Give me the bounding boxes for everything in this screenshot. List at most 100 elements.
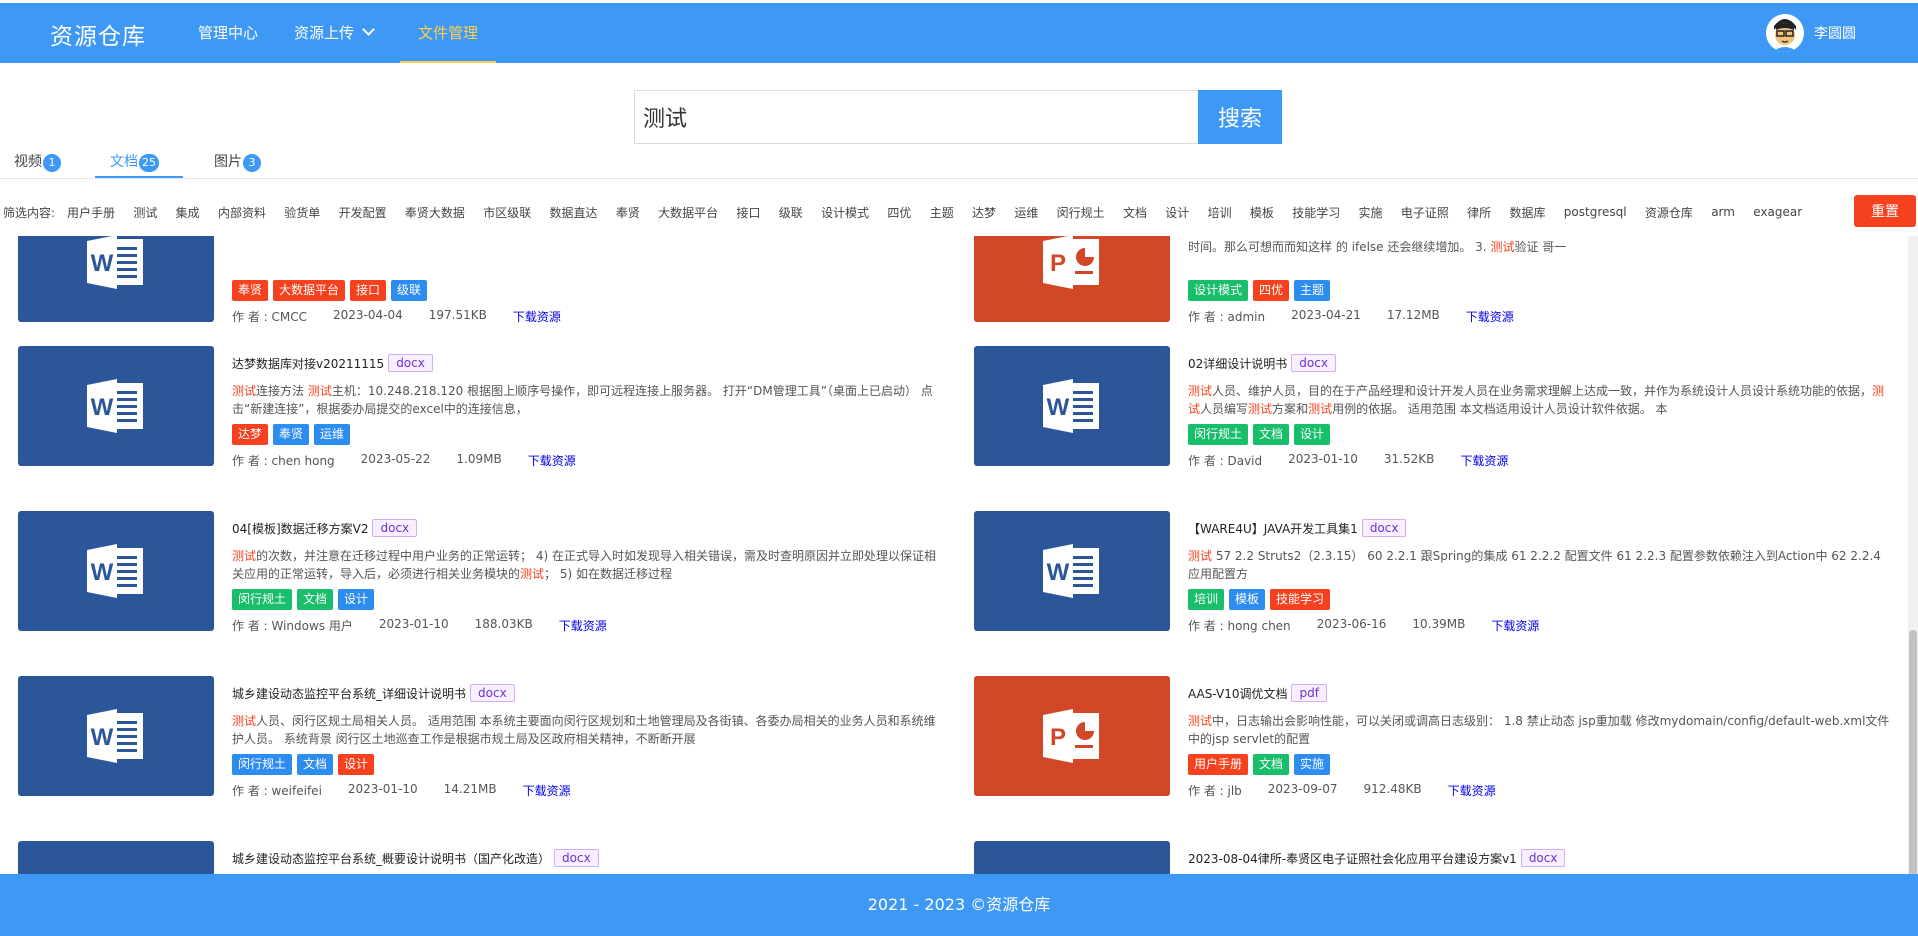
filter-tag[interactable]: 培训 xyxy=(1208,204,1232,221)
user-menu[interactable]: 李圆圆 xyxy=(1766,14,1856,52)
filter-tag[interactable]: 用户手册 xyxy=(67,204,115,221)
resource-tag[interactable]: 接口 xyxy=(350,280,387,301)
file-thumbnail[interactable]: W xyxy=(18,236,214,322)
resource-tag[interactable]: 闵行规土 xyxy=(232,589,293,610)
filter-tag[interactable]: 奉贤 xyxy=(616,204,640,221)
download-link[interactable]: 下载资源 xyxy=(1491,617,1539,634)
nav-resource-upload[interactable]: 资源上传 xyxy=(294,3,375,63)
resource-tag[interactable]: 设计模式 xyxy=(1188,280,1249,301)
resource-tag[interactable]: 闵行规土 xyxy=(232,754,293,775)
resource-tag[interactable]: 奉贤 xyxy=(232,280,269,301)
resource-card[interactable]: W 【WARE4U】JAVA开发工具集1 docx 测试 57 2.2 Struts2… xyxy=(974,511,1914,641)
resource-tag[interactable]: 主题 xyxy=(1294,280,1331,301)
resource-tag[interactable]: 设计 xyxy=(1294,424,1331,445)
resource-tag[interactable]: 技能学习 xyxy=(1270,589,1331,610)
resource-card[interactable]: W 城乡建设动态监控平台系统_详细设计说明书 docx 测试人员、闵行区规土局相关人员… xyxy=(18,676,958,806)
filter-tag[interactable]: 奉贤大数据 xyxy=(405,204,465,221)
download-link[interactable]: 下载资源 xyxy=(1448,782,1496,799)
download-link[interactable]: 下载资源 xyxy=(523,782,571,799)
filter-tag[interactable]: 大数据平台 xyxy=(658,204,718,221)
filter-tag[interactable]: 设计模式 xyxy=(821,204,869,221)
file-thumbnail[interactable]: P xyxy=(974,676,1170,796)
resource-tag[interactable]: 设计 xyxy=(338,589,375,610)
nav-admin-center[interactable]: 管理中心 xyxy=(198,3,258,63)
filter-tag[interactable]: 数据直达 xyxy=(550,204,598,221)
filter-tag[interactable]: 开发配置 xyxy=(339,204,387,221)
resource-tag[interactable]: 运维 xyxy=(314,424,351,445)
resource-title[interactable]: 【WARE4U】JAVA开发工具集1 xyxy=(1188,520,1358,537)
scrollbar[interactable] xyxy=(1908,236,1918,880)
resource-tag[interactable]: 用户手册 xyxy=(1188,754,1249,775)
filter-tag[interactable]: 市区级联 xyxy=(483,204,531,221)
filter-tag[interactable]: 主题 xyxy=(930,204,954,221)
download-link[interactable]: 下载资源 xyxy=(513,308,561,325)
scrollbar-thumb[interactable] xyxy=(1909,630,1917,880)
tab-image[interactable]: 图片 3 xyxy=(214,150,261,180)
file-thumbnail[interactable]: P xyxy=(974,236,1170,322)
resource-tag[interactable]: 文档 xyxy=(297,589,334,610)
file-thumbnail[interactable]: W xyxy=(974,511,1170,631)
resource-title[interactable]: 2023-08-04律所-奉贤区电子证照社会化应用平台建设方案v1 xyxy=(1188,850,1517,867)
resource-card[interactable]: P 时间。那么可想而而知这样 的 ifelse 还会继续增加。 3. 测试验证 哥… xyxy=(974,236,1914,332)
filter-tag[interactable]: 四优 xyxy=(887,204,911,221)
filter-tag[interactable]: 模板 xyxy=(1250,204,1274,221)
filter-tag[interactable]: 律所 xyxy=(1467,204,1491,221)
resource-card[interactable]: W 02详细设计说明书 docx 测试人员、维护人员，目的在于产品经理和设计开发人员在… xyxy=(974,346,1914,476)
resource-tag[interactable]: 文档 xyxy=(1253,424,1290,445)
filter-tag[interactable]: 验货单 xyxy=(284,204,320,221)
filter-tag[interactable]: 闵行规土 xyxy=(1057,204,1105,221)
file-thumbnail[interactable]: W xyxy=(18,841,214,874)
filter-tag[interactable]: 接口 xyxy=(736,204,760,221)
resource-tag[interactable]: 实施 xyxy=(1294,754,1331,775)
resource-title[interactable]: 04[模板]数据迁移方案V2 xyxy=(232,520,368,537)
filter-tag[interactable]: 技能学习 xyxy=(1292,204,1340,221)
resource-card[interactable]: W 奉贤 大数据平台 接口 级联作 者 : CMCC 2023-04-04 197.51KB… xyxy=(18,236,958,332)
resource-title[interactable]: 达梦数据库对接v20211115 xyxy=(232,355,384,372)
resource-tag[interactable]: 级联 xyxy=(391,280,428,301)
filter-tag[interactable]: postgresql xyxy=(1564,205,1627,219)
file-thumbnail[interactable]: W xyxy=(974,346,1170,466)
resource-tag[interactable]: 奉贤 xyxy=(273,424,310,445)
resource-title[interactable]: 城乡建设动态监控平台系统_概要设计说明书（国产化改造） xyxy=(232,850,550,867)
reset-button[interactable]: 重置 xyxy=(1854,195,1916,227)
filter-tag[interactable]: 实施 xyxy=(1359,204,1383,221)
filter-tag[interactable]: 设计 xyxy=(1165,204,1189,221)
filter-tag[interactable]: 电子证照 xyxy=(1401,204,1449,221)
download-link[interactable]: 下载资源 xyxy=(559,617,607,634)
resource-card[interactable]: W 2023-08-04律所-奉贤区电子证照社会化应用平台建设方案v1docx xyxy=(974,841,1914,874)
filter-tag[interactable]: 达梦 xyxy=(972,204,996,221)
resource-tag[interactable]: 大数据平台 xyxy=(273,280,346,301)
filter-tag[interactable]: 级联 xyxy=(779,204,803,221)
file-thumbnail[interactable]: W xyxy=(18,676,214,796)
file-thumbnail[interactable]: W xyxy=(18,346,214,466)
resource-tag[interactable]: 设计 xyxy=(338,754,375,775)
file-thumbnail[interactable]: W xyxy=(974,841,1170,874)
search-input[interactable] xyxy=(634,90,1198,144)
resource-tag[interactable]: 文档 xyxy=(1253,754,1290,775)
download-link[interactable]: 下载资源 xyxy=(1466,308,1514,325)
resource-title[interactable]: 城乡建设动态监控平台系统_详细设计说明书 xyxy=(232,685,466,702)
filter-tag[interactable]: 资源仓库 xyxy=(1645,204,1693,221)
resource-card[interactable]: W 04[模板]数据迁移方案V2 docx 测试的次数，并注意在迁移过程中用户业务的正… xyxy=(18,511,958,641)
resource-tag[interactable]: 达梦 xyxy=(232,424,269,445)
filter-tag[interactable]: 集成 xyxy=(176,204,200,221)
resource-card[interactable]: W 达梦数据库对接v20211115 docx 测试连接方法 测试主机：10.248.… xyxy=(18,346,958,476)
download-link[interactable]: 下载资源 xyxy=(1460,452,1508,469)
resource-title[interactable]: AAS-V10调优文档 xyxy=(1188,685,1287,702)
filter-tag[interactable]: arm xyxy=(1711,205,1735,219)
site-logo[interactable]: 资源仓库 xyxy=(50,17,146,51)
download-link[interactable]: 下载资源 xyxy=(528,452,576,469)
resource-tag[interactable]: 闵行规土 xyxy=(1188,424,1249,445)
resource-title[interactable]: 02详细设计说明书 xyxy=(1188,355,1287,372)
filter-tag[interactable]: 内部资料 xyxy=(218,204,266,221)
filter-tag[interactable]: 运维 xyxy=(1014,204,1038,221)
resource-card[interactable]: P AAS-V10调优文档 pdf 测试中，日志输出会影响性能，可以关闭或调高日志级别… xyxy=(974,676,1914,806)
filter-tag[interactable]: 测试 xyxy=(133,204,157,221)
filter-tag[interactable]: 数据库 xyxy=(1509,204,1545,221)
tab-video[interactable]: 视频 1 xyxy=(14,150,61,180)
search-button[interactable]: 搜索 xyxy=(1198,90,1282,144)
filter-tag[interactable]: exagear xyxy=(1753,205,1802,219)
resource-tag[interactable]: 文档 xyxy=(297,754,334,775)
resource-tag[interactable]: 四优 xyxy=(1253,280,1290,301)
file-thumbnail[interactable]: W xyxy=(18,511,214,631)
